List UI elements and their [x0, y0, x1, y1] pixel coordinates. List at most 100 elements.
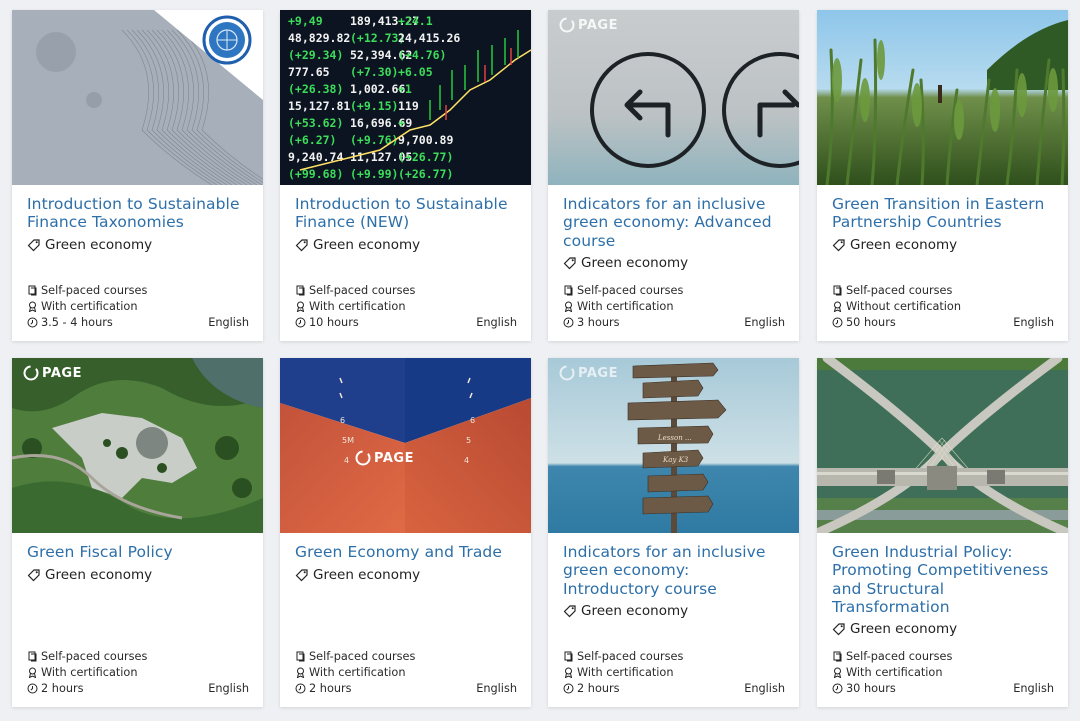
- course-title[interactable]: Green Industrial Policy: Promoting Compe…: [832, 543, 1057, 616]
- ticker-value: (+29.34): [288, 48, 343, 62]
- course-tag[interactable]: Green economy: [295, 236, 420, 254]
- page-logo-icon: [559, 365, 575, 381]
- course-format: Self-paced courses: [846, 649, 953, 663]
- certificate-icon: [564, 301, 573, 312]
- document-icon: [296, 285, 305, 295]
- ticker-value: (+53.62): [288, 116, 343, 130]
- course-card[interactable]: Green Transition in Eastern Partnership …: [817, 10, 1068, 341]
- course-meta: Self-paced courses With certification 2 …: [295, 648, 517, 696]
- course-card[interactable]: Introduction to Sustainable Finance Taxo…: [12, 10, 263, 341]
- tag-icon: [295, 239, 308, 252]
- course-language: English: [208, 315, 249, 329]
- course-certification: With certification: [309, 665, 406, 679]
- course-title[interactable]: Green Transition in Eastern Partnership …: [832, 195, 1057, 232]
- ticker-value: (+9.15): [350, 99, 398, 113]
- course-language: English: [744, 315, 785, 329]
- course-card[interactable]: Green Industrial Policy: Promoting Compe…: [817, 358, 1068, 707]
- tag-icon: [27, 239, 40, 252]
- course-tag-label: Green economy: [581, 603, 689, 619]
- course-tag[interactable]: Green economy: [832, 236, 957, 254]
- document-icon: [28, 285, 37, 295]
- ticker-value: 119: [398, 99, 419, 113]
- ticker-value: +24.1: [398, 14, 433, 28]
- course-format: Self-paced courses: [577, 283, 684, 297]
- course-card[interactable]: +9,49 189,413.27 +24.1 48,829.82 (+12.73) 24,…: [280, 10, 531, 341]
- course-certification: Without certification: [846, 299, 962, 313]
- course-duration: 50 hours: [846, 315, 896, 329]
- hull-mark-4: 4: [464, 456, 469, 465]
- certificate-icon: [296, 667, 305, 678]
- course-title[interactable]: Indicators for an inclusive green econom…: [563, 195, 788, 250]
- document-icon: [564, 651, 573, 661]
- page-logo: PAGE: [559, 17, 618, 33]
- course-tag[interactable]: Green economy: [295, 566, 420, 584]
- course-thumbnail[interactable]: [12, 10, 263, 185]
- clock-icon: [295, 683, 306, 693]
- ticker-value: +1: [398, 82, 412, 96]
- ticker-value: (+99.68): [288, 167, 343, 181]
- course-title[interactable]: Indicators for an inclusive green econom…: [563, 543, 788, 598]
- hull-mark-5: 5: [466, 436, 471, 445]
- signpost-text: Lesson ...: [657, 434, 692, 442]
- course-tag-label: Green economy: [45, 567, 153, 583]
- clock-icon: [563, 317, 574, 327]
- tag-icon: [832, 239, 845, 252]
- course-tag[interactable]: Green economy: [563, 602, 688, 620]
- course-title[interactable]: Green Economy and Trade: [295, 543, 520, 561]
- clock-icon: [27, 683, 38, 693]
- document-icon: [833, 285, 842, 295]
- page-logo: PAGE: [559, 365, 618, 381]
- tag-icon: [563, 257, 576, 270]
- ticker-value: 777.65: [288, 65, 330, 79]
- hull-mark-6: 6: [340, 416, 345, 425]
- course-grid: Introduction to Sustainable Finance Taxo…: [0, 0, 1080, 721]
- course-tag-label: Green economy: [45, 237, 153, 253]
- course-certification: With certification: [41, 665, 138, 679]
- course-tag[interactable]: Green economy: [27, 236, 152, 254]
- course-thumbnail[interactable]: [817, 10, 1068, 185]
- clock-icon: [563, 683, 574, 693]
- ticker-value: (+26.77): [398, 167, 453, 181]
- course-format: Self-paced courses: [41, 649, 148, 663]
- course-meta: Self-paced courses With certification 3.…: [27, 282, 249, 330]
- course-duration: 2 hours: [577, 681, 620, 695]
- course-certification: With certification: [41, 299, 138, 313]
- tag-icon: [295, 569, 308, 582]
- course-tag[interactable]: Green economy: [27, 566, 152, 584]
- course-format: Self-paced courses: [309, 649, 416, 663]
- course-thumbnail[interactable]: PAGE: [12, 358, 263, 533]
- course-duration: 30 hours: [846, 681, 896, 695]
- course-title[interactable]: Introduction to Sustainable Finance (NEW…: [295, 195, 520, 232]
- course-card[interactable]: PAGE Green Fiscal Policy Green economy S…: [12, 358, 263, 707]
- course-card[interactable]: Lesson ... Kay K3 PAGE Indicators for an…: [548, 358, 799, 707]
- course-format: Self-paced courses: [577, 649, 684, 663]
- tag-icon: [832, 623, 845, 636]
- course-language: English: [744, 681, 785, 695]
- course-thumbnail[interactable]: 6 5M 4 6 5 4 PAGE: [280, 358, 531, 533]
- ticker-value: (+9.99): [350, 167, 398, 181]
- ticker-value: (+6.27): [288, 133, 336, 147]
- certificate-icon: [296, 301, 305, 312]
- course-card[interactable]: PAGE Indicators for an inclusive green e…: [548, 10, 799, 341]
- course-thumbnail[interactable]: PAGE: [548, 10, 799, 185]
- hull-mark-6: 6: [470, 416, 475, 425]
- course-tag[interactable]: Green economy: [563, 254, 688, 272]
- certificate-icon: [28, 301, 37, 312]
- course-title[interactable]: Green Fiscal Policy: [27, 543, 252, 561]
- certificate-icon: [28, 667, 37, 678]
- course-format: Self-paced courses: [846, 283, 953, 297]
- course-tag[interactable]: Green economy: [832, 620, 957, 638]
- page-logo-icon: [559, 17, 575, 33]
- course-thumbnail[interactable]: Lesson ... Kay K3 PAGE: [548, 358, 799, 533]
- tag-icon: [27, 569, 40, 582]
- course-tag-label: Green economy: [313, 567, 421, 583]
- course-thumbnail[interactable]: +9,49 189,413.27 +24.1 48,829.82 (+12.73) 24,…: [280, 10, 531, 185]
- page-logo-icon: [23, 365, 39, 381]
- course-meta: Self-paced courses With certification 2 …: [563, 648, 785, 696]
- course-card[interactable]: 6 5M 4 6 5 4 PAGE Green Economy and Trad…: [280, 358, 531, 707]
- course-tag-label: Green economy: [850, 237, 958, 253]
- course-thumbnail[interactable]: [817, 358, 1068, 533]
- clock-icon: [295, 317, 306, 327]
- course-title[interactable]: Introduction to Sustainable Finance Taxo…: [27, 195, 252, 232]
- page-logo-label: PAGE: [42, 365, 82, 381]
